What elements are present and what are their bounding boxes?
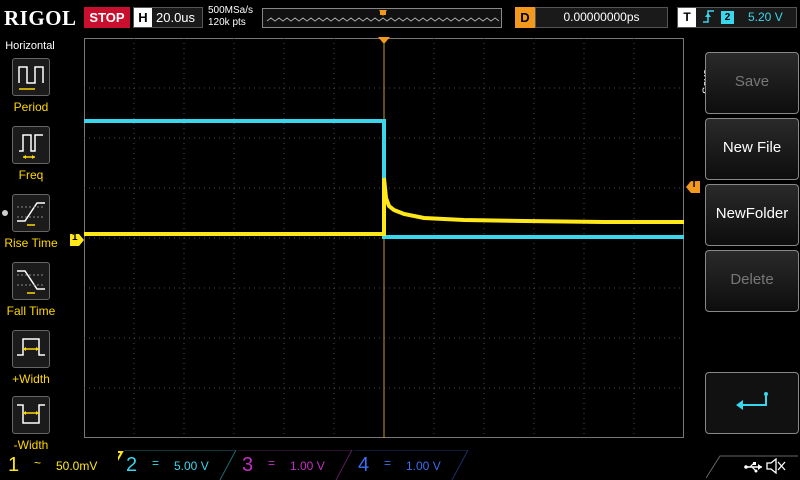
top-status-bar: RIGOL STOP H 20.0us 500MSa/s 120k pts D 0… bbox=[0, 0, 800, 36]
ch2-number: 2 bbox=[126, 454, 138, 476]
save-button[interactable]: Save bbox=[705, 52, 799, 114]
horizontal-timebase-box[interactable]: H 20.0us bbox=[133, 7, 203, 28]
ch1-scale: 50.0mV bbox=[56, 459, 98, 473]
ch3-number: 3 bbox=[242, 454, 254, 476]
speaker-muted-icon[interactable] bbox=[766, 457, 786, 479]
waveform-traces bbox=[84, 119, 684, 239]
ch1-offset-marker[interactable]: 1 bbox=[70, 232, 84, 246]
ch4-coupling: = bbox=[384, 456, 392, 470]
memory-waveform-overview bbox=[266, 10, 500, 22]
ch4-scale: 1.00 V bbox=[406, 459, 441, 473]
period-measure-icon bbox=[12, 58, 50, 96]
ch2-scale: 5.00 V bbox=[174, 459, 209, 473]
positive-width-icon bbox=[12, 330, 50, 368]
acquisition-info: 500MSa/s 120k pts bbox=[208, 5, 253, 29]
measure-item-label: +Width bbox=[12, 372, 50, 386]
ch2-coupling: = bbox=[152, 456, 160, 470]
new-file-button[interactable]: New File bbox=[705, 118, 799, 180]
ch1-coupling: ~ bbox=[34, 456, 42, 470]
measure-item-positive-width[interactable]: +Width bbox=[0, 328, 62, 394]
frequency-measure-icon bbox=[12, 126, 50, 164]
channel-2-status[interactable]: 2 = 5.00 V bbox=[118, 450, 236, 480]
measure-category-title: Horizontal bbox=[5, 40, 55, 52]
channel-1-status[interactable]: 1 ~ 50.0mV bbox=[0, 450, 118, 480]
ch3-scale: 1.00 V bbox=[290, 459, 325, 473]
trigger-position-top-marker bbox=[378, 37, 390, 44]
measure-item-fall-time[interactable]: Fall Time bbox=[0, 260, 62, 326]
ch1-marker-label: 1 bbox=[72, 232, 78, 243]
timebase-value: 20.0us bbox=[156, 10, 196, 25]
new-folder-button[interactable]: NewFolder bbox=[705, 184, 799, 246]
measure-item-label: Fall Time bbox=[6, 304, 56, 318]
softkey-menu-title: Save bbox=[687, 52, 713, 94]
ch3-coupling: = bbox=[268, 456, 276, 470]
system-status-area bbox=[705, 454, 798, 479]
measure-item-label: Freq bbox=[18, 168, 44, 182]
run-stop-status[interactable]: STOP bbox=[84, 7, 130, 28]
trigger-level: 5.20 V bbox=[748, 10, 783, 24]
return-button[interactable] bbox=[705, 372, 799, 434]
memory-overview-bar[interactable] bbox=[262, 8, 502, 28]
channel-4-status[interactable]: 4 = 1.00 V bbox=[350, 450, 468, 480]
negative-width-icon bbox=[12, 396, 50, 434]
channel-status-bar: 1 ~ 50.0mV 2 = 5.00 V 3 = 1.00 V 4 = 1.0… bbox=[0, 450, 800, 480]
rising-edge-icon bbox=[702, 8, 716, 31]
measure-item-period[interactable]: Period bbox=[0, 56, 62, 122]
measure-item-label: Period bbox=[13, 100, 49, 114]
sample-rate: 500MSa/s bbox=[208, 5, 254, 16]
ch1-trace bbox=[84, 177, 684, 236]
trigger-setting-box[interactable]: T 2 5.20 V bbox=[677, 7, 797, 28]
new-file-button-label: New File bbox=[722, 139, 782, 156]
trigger-delay-value[interactable]: 0.00000000ps bbox=[535, 7, 668, 28]
ch4-number: 4 bbox=[358, 454, 370, 476]
trigger-label: T bbox=[678, 8, 696, 27]
channel-3-status[interactable]: 3 = 1.00 V bbox=[234, 450, 352, 480]
fall-time-icon bbox=[12, 262, 50, 300]
save-softkey-menu: Save Save New File NewFolder Delete bbox=[686, 38, 800, 438]
new-folder-button-label: NewFolder bbox=[715, 205, 789, 222]
save-button-label: Save bbox=[734, 73, 770, 90]
delay-label: D bbox=[515, 7, 535, 28]
brand-logo: RIGOL bbox=[4, 6, 77, 30]
waveform-display[interactable] bbox=[84, 37, 684, 438]
rise-time-icon bbox=[12, 194, 50, 232]
measure-item-label: Rise Time bbox=[4, 236, 58, 250]
trigger-source: 2 bbox=[721, 11, 734, 24]
memory-depth: 120k pts bbox=[208, 17, 246, 28]
delete-button-label: Delete bbox=[730, 271, 774, 288]
measure-item-rise-time[interactable]: Rise Time bbox=[0, 192, 62, 258]
measure-item-freq[interactable]: Freq bbox=[0, 124, 62, 190]
horizontal-label: H bbox=[134, 8, 152, 27]
ch1-number: 1 bbox=[8, 454, 20, 476]
measure-menu: Horizontal Period Freq Rise Time Fall Ti… bbox=[0, 38, 62, 452]
return-arrow-icon bbox=[736, 392, 768, 410]
usb-icon bbox=[744, 460, 764, 478]
delete-button[interactable]: Delete bbox=[705, 250, 799, 312]
